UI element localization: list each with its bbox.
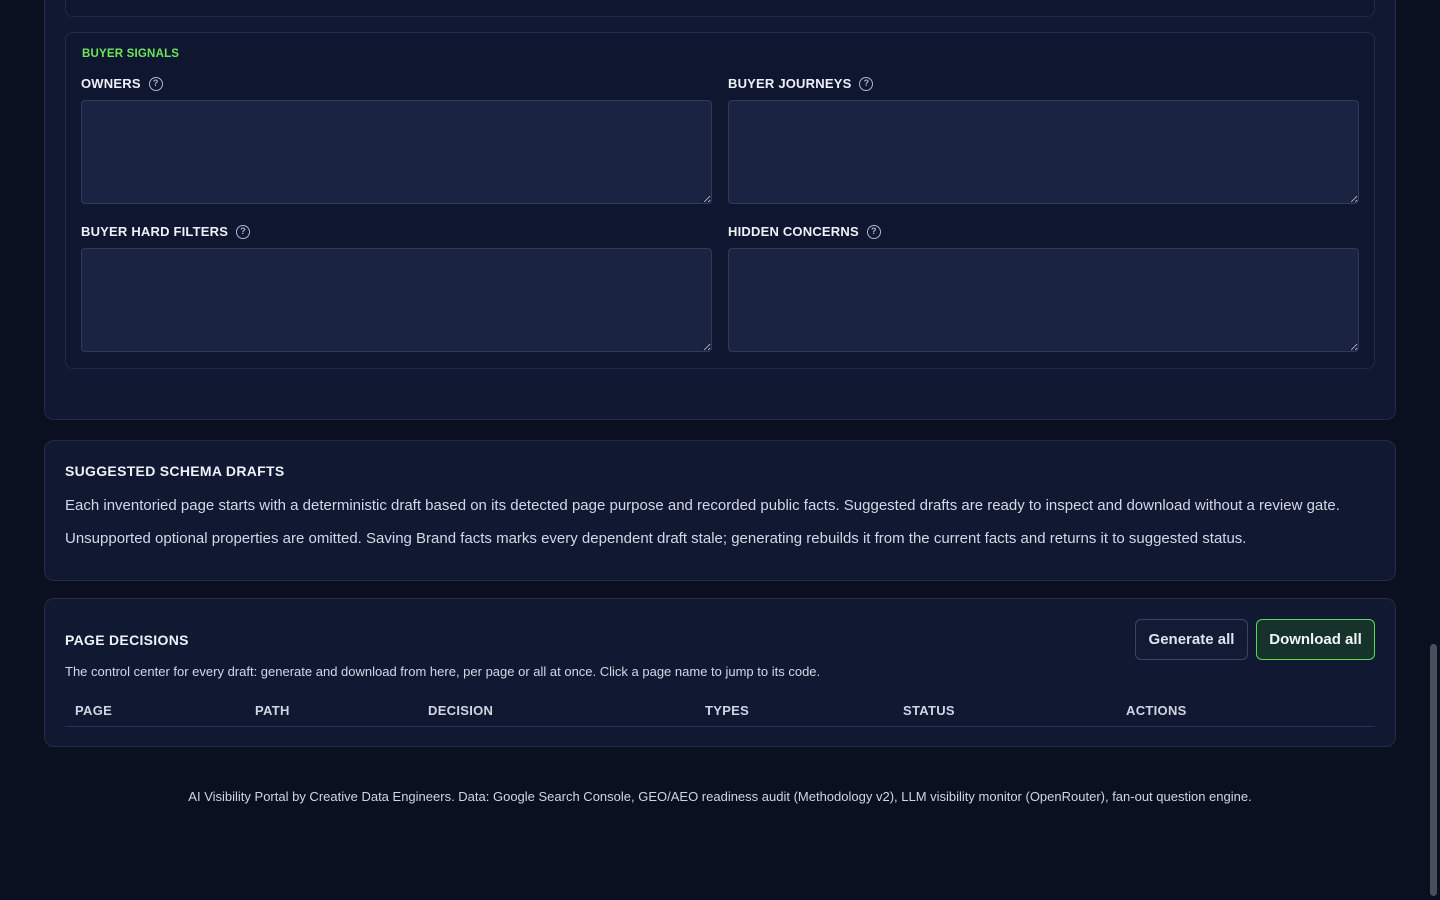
page-decisions-description: The control center for every draft: gene… xyxy=(65,664,821,679)
schema-drafts-text-1: Each inventoried page starts with a dete… xyxy=(65,497,1340,514)
column-header-page[interactable]: PAGE xyxy=(75,703,112,718)
schema-drafts-text-2: Unsupported optional properties are omit… xyxy=(65,530,1247,547)
page: BUYER SIGNALS OWNERS ? BUYER JOURNEYS ? … xyxy=(0,0,1440,900)
column-header-decision[interactable]: DECISION xyxy=(428,703,493,718)
buyer-hard-filters-label: BUYER HARD FILTERS ? xyxy=(81,224,251,239)
schema-drafts-title: SUGGESTED SCHEMA DRAFTS xyxy=(65,463,285,479)
schema-drafts-card: SUGGESTED SCHEMA DRAFTS Each inventoried… xyxy=(44,440,1396,581)
buyer-journeys-label: BUYER JOURNEYS ? xyxy=(728,76,874,91)
footer-text: AI Visibility Portal by Creative Data En… xyxy=(188,789,1252,804)
download-all-button[interactable]: Download all xyxy=(1256,619,1375,660)
hidden-concerns-textarea[interactable] xyxy=(728,248,1359,352)
decisions-table-header: PAGE PATH DECISION TYPES STATUS ACTIONS xyxy=(65,695,1375,727)
help-circle-icon[interactable]: ? xyxy=(236,224,251,239)
column-header-actions[interactable]: ACTIONS xyxy=(1126,703,1187,718)
page-decisions-title: PAGE DECISIONS xyxy=(65,632,189,648)
column-header-status[interactable]: STATUS xyxy=(903,703,955,718)
column-header-types[interactable]: TYPES xyxy=(705,703,749,718)
owners-label-text: OWNERS xyxy=(81,76,141,91)
previous-section xyxy=(65,0,1375,17)
generate-all-button[interactable]: Generate all xyxy=(1135,619,1248,660)
buyer-hard-filters-textarea[interactable] xyxy=(81,248,712,352)
buyer-signals-title: BUYER SIGNALS xyxy=(82,48,180,60)
hidden-concerns-label: HIDDEN CONCERNS ? xyxy=(728,224,881,239)
help-circle-icon[interactable]: ? xyxy=(859,76,874,91)
scrollbar-thumb[interactable] xyxy=(1430,644,1437,896)
owners-label: OWNERS ? xyxy=(81,76,163,91)
buyer-journeys-label-text: BUYER JOURNEYS xyxy=(728,76,852,91)
page-decisions-card: PAGE DECISIONS Generate all Download all… xyxy=(44,598,1396,747)
scrollbar-track[interactable] xyxy=(1428,0,1440,900)
buyer-signals-section: BUYER SIGNALS OWNERS ? BUYER JOURNEYS ? … xyxy=(65,32,1375,369)
hidden-concerns-label-text: HIDDEN CONCERNS xyxy=(728,224,859,239)
help-circle-icon[interactable]: ? xyxy=(148,76,163,91)
buyer-journeys-textarea[interactable] xyxy=(728,100,1359,204)
help-circle-icon[interactable]: ? xyxy=(866,224,881,239)
buyer-hard-filters-label-text: BUYER HARD FILTERS xyxy=(81,224,229,239)
owners-textarea[interactable] xyxy=(81,100,712,204)
column-header-path[interactable]: PATH xyxy=(255,703,290,718)
